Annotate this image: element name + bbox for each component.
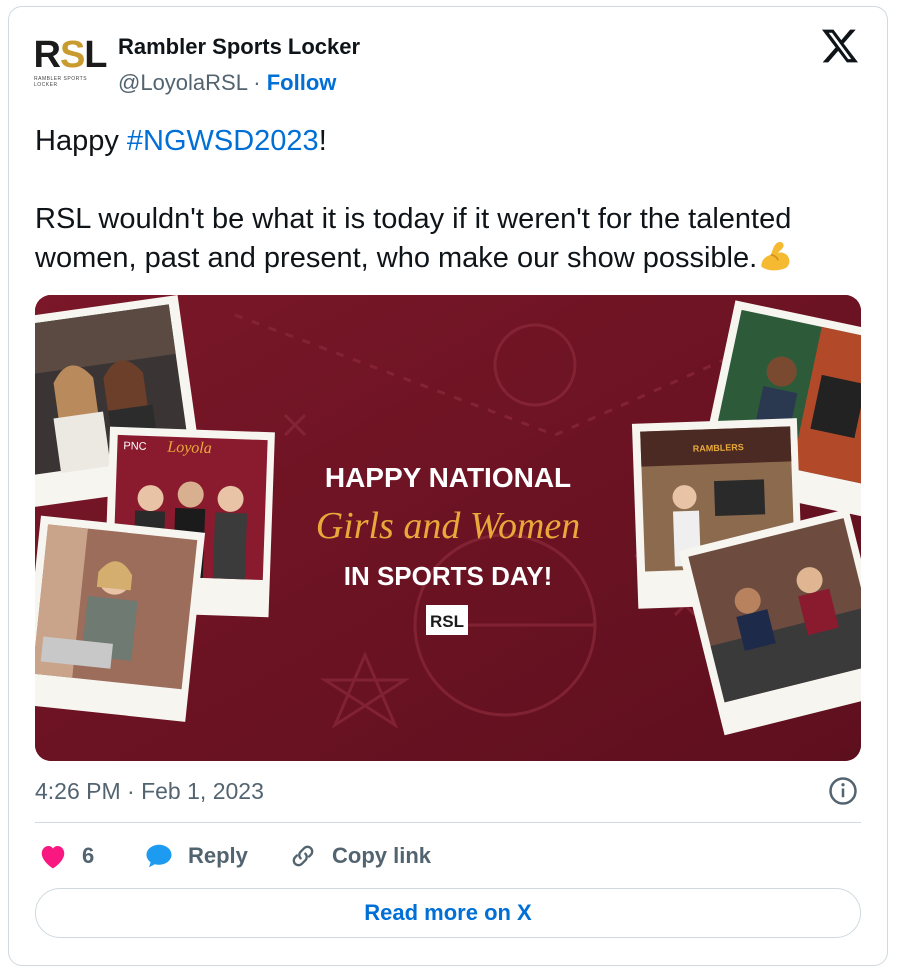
copy-link-button[interactable]: Copy link [288, 840, 431, 872]
like-count: 6 [82, 843, 95, 868]
tweet-paragraph-2-text: RSL wouldn't be what it is today if it w… [35, 203, 792, 274]
media-illustration: PNC Loyola HAPPY NATIONAL Girls and Wome… [35, 295, 861, 761]
hashtag-link[interactable]: #NGWSD2023 [127, 125, 319, 157]
avatar[interactable]: RSL RAMBLER SPORTS LOCKER [33, 34, 107, 90]
avatar-subtitle: RAMBLER SPORTS LOCKER [34, 76, 88, 88]
banner-loyola-text: Loyola [166, 439, 212, 458]
reply-bubble-icon [146, 844, 172, 868]
headline-top: HAPPY NATIONAL [325, 462, 571, 493]
tweet-line-1-prefix: Happy [35, 125, 127, 157]
read-more-button[interactable]: Read more on X [35, 888, 861, 938]
banner-ramblers-text: RAMBLERS [693, 442, 744, 454]
tweet-timestamp[interactable]: 4:26 PM · Feb 1, 2023 [35, 778, 264, 805]
banner-pnc-text: PNC [123, 440, 147, 453]
headline-bottom: IN SPORTS DAY! [344, 561, 553, 591]
rsl-badge: RSL [430, 612, 464, 631]
x-logo-icon[interactable] [820, 28, 860, 64]
tweet-line-1-suffix: ! [318, 125, 327, 157]
tweet-text: Happy #NGWSD2023! RSL wouldn't be what i… [35, 122, 865, 278]
tweet-media-image[interactable]: PNC Loyola HAPPY NATIONAL Girls and Wome… [35, 295, 861, 761]
tweet-paragraph-2: RSL wouldn't be what it is today if it w… [35, 200, 865, 278]
reply-label: Reply [188, 843, 248, 868]
headline-script: Girls and Women [316, 505, 581, 547]
divider [35, 822, 861, 823]
link-icon [292, 845, 314, 867]
author-handle-line: @LoyolaRSL · Follow [118, 70, 336, 96]
separator: · [253, 70, 261, 95]
reply-button[interactable]: Reply [144, 840, 248, 872]
avatar-logo: RSL [33, 34, 107, 76]
heart-icon [41, 846, 65, 869]
flexed-biceps-emoji-icon [761, 242, 790, 271]
copy-link-label: Copy link [332, 843, 432, 868]
info-icon[interactable] [828, 776, 858, 806]
tweet-line-1: Happy #NGWSD2023! [35, 122, 865, 161]
author-name[interactable]: Rambler Sports Locker [118, 34, 360, 60]
author-handle[interactable]: @LoyolaRSL [118, 70, 247, 95]
follow-button[interactable]: Follow [267, 70, 337, 95]
like-button[interactable]: 6 [38, 840, 94, 872]
